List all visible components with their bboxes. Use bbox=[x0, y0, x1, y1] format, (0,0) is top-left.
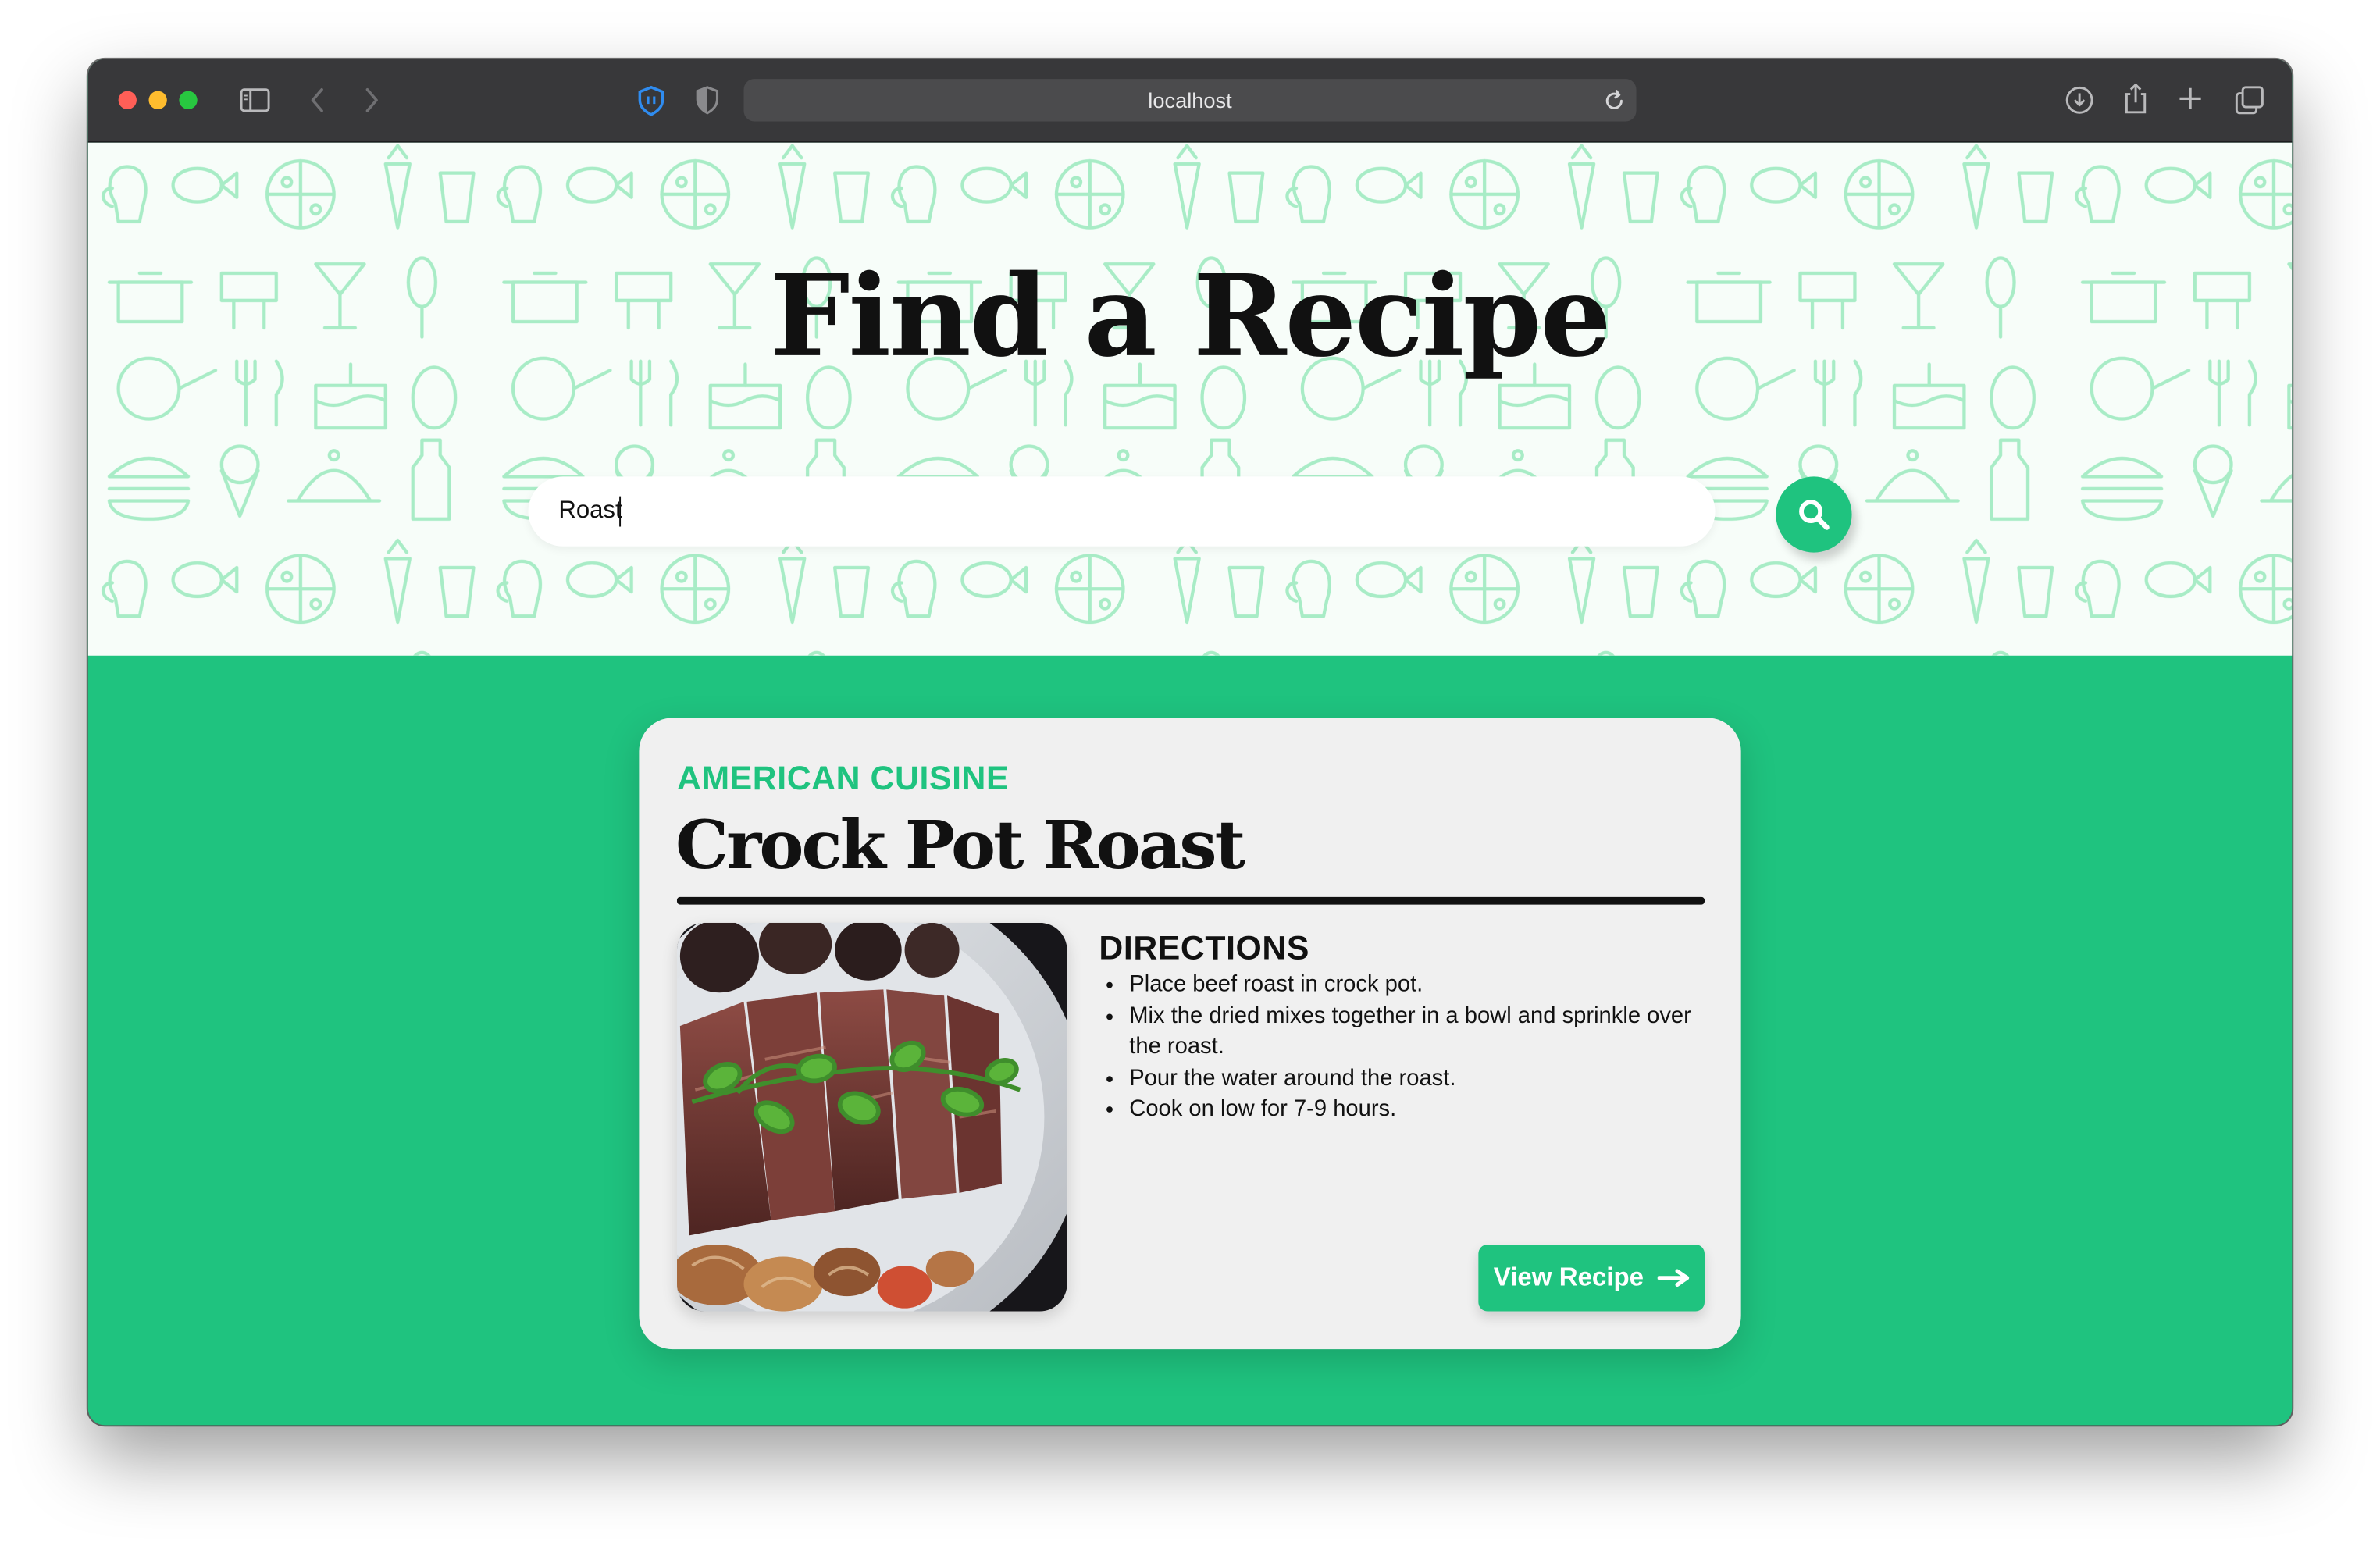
search-icon bbox=[1799, 500, 1830, 530]
shield-icon[interactable] bbox=[636, 85, 666, 117]
title-divider bbox=[676, 896, 1705, 905]
view-recipe-label: View Recipe bbox=[1493, 1262, 1644, 1292]
directions-heading: DIRECTIONS bbox=[1099, 928, 1309, 967]
direction-item: Place beef roast in crock pot. bbox=[1129, 970, 1721, 1001]
food-doodle-pattern bbox=[87, 142, 2293, 656]
privacy-icon[interactable] bbox=[695, 85, 719, 116]
search-input[interactable] bbox=[528, 476, 1716, 547]
sidebar-icon[interactable] bbox=[240, 87, 270, 114]
direction-item: Pour the water around the roast. bbox=[1129, 1063, 1721, 1095]
zoom-window-button[interactable] bbox=[179, 91, 198, 109]
view-recipe-button[interactable]: View Recipe bbox=[1478, 1244, 1705, 1312]
close-window-button[interactable] bbox=[118, 91, 137, 109]
page-title: Find a Recipe bbox=[770, 251, 1611, 383]
search-button[interactable] bbox=[1776, 476, 1852, 553]
forward-icon[interactable] bbox=[363, 87, 381, 114]
share-icon[interactable] bbox=[2122, 82, 2150, 116]
direction-item: Mix the dried mixes together in a bowl a… bbox=[1129, 1001, 1721, 1063]
recipe-photo bbox=[676, 922, 1067, 1312]
back-icon[interactable] bbox=[308, 87, 326, 114]
address-bar[interactable]: localhost bbox=[743, 79, 1637, 122]
reload-icon[interactable] bbox=[1603, 90, 1626, 112]
screenshot-canvas: localhost Find a Recipe Roast AMERICAN C… bbox=[0, 0, 2380, 1542]
recipe-title: Crock Pot Roast bbox=[675, 807, 1245, 885]
hero-section: Find a Recipe bbox=[87, 142, 2293, 656]
recipe-card: AMERICAN CUISINE Crock Pot Roast DIRECTI… bbox=[639, 718, 1741, 1350]
cuisine-label: AMERICAN CUISINE bbox=[676, 758, 1010, 797]
arrow-right-icon bbox=[1657, 1269, 1690, 1287]
tabs-overview-icon[interactable] bbox=[2234, 85, 2264, 116]
text-cursor bbox=[619, 496, 622, 527]
browser-window: localhost Find a Recipe Roast AMERICAN C… bbox=[87, 59, 2293, 1426]
direction-item: Cook on low for 7-9 hours. bbox=[1129, 1095, 1721, 1126]
minimize-window-button[interactable] bbox=[148, 91, 167, 109]
new-tab-icon[interactable] bbox=[2178, 87, 2202, 111]
browser-toolbar: localhost bbox=[87, 59, 2293, 143]
directions-list: Place beef roast in crock pot. Mix the d… bbox=[1099, 970, 1721, 1125]
download-icon[interactable] bbox=[2065, 85, 2095, 116]
address-text: localhost bbox=[1148, 87, 1232, 112]
